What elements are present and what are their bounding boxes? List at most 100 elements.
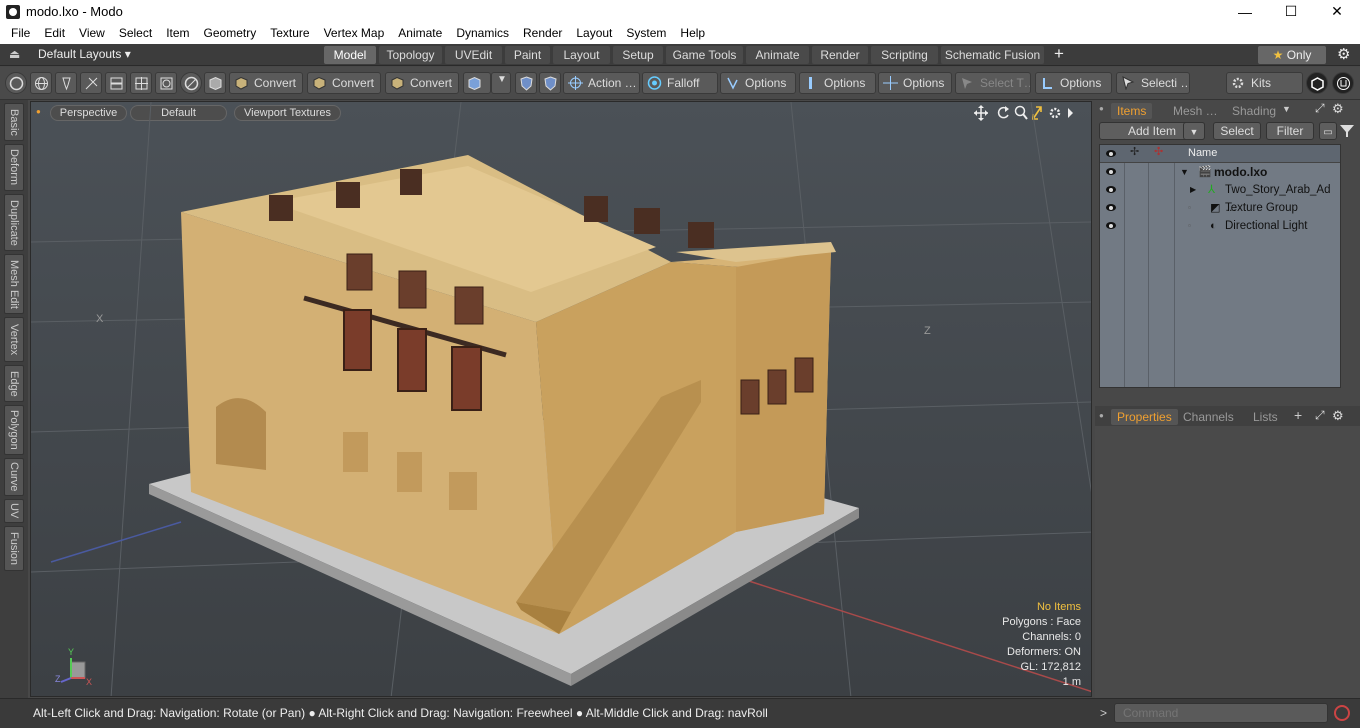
filter-button[interactable]: Filter — [1266, 122, 1314, 140]
unreal-button[interactable] — [1332, 72, 1354, 94]
tab-shading[interactable]: Shading — [1226, 103, 1282, 119]
tab-uv[interactable]: UV — [4, 499, 24, 523]
layout-selector[interactable]: Default Layouts ▾ — [38, 47, 131, 61]
tab-duplicate[interactable]: Duplicate — [4, 194, 24, 251]
mesh-dropdown-button[interactable]: ▼ — [491, 72, 511, 94]
tab-channels[interactable]: Channels — [1177, 409, 1240, 425]
workplane-button[interactable] — [539, 72, 561, 94]
visibility-eye-icon[interactable] — [1106, 222, 1116, 229]
menu-vertex-map[interactable]: Vertex Map — [317, 23, 392, 44]
tab-render[interactable]: Render — [812, 46, 868, 64]
mesh-cube-button[interactable] — [463, 72, 491, 94]
tab-vertex[interactable]: Vertex — [4, 317, 24, 362]
item-row-scene[interactable]: ▼ 🎬 modo.lxo — [1100, 163, 1340, 181]
tab-uvedit[interactable]: UVEdit — [445, 46, 502, 64]
panel-gear-icon[interactable]: ⚙ — [1332, 408, 1344, 424]
select-options-button[interactable]: Options — [1035, 72, 1112, 94]
tab-schematic-fusion[interactable]: Schematic Fusion — [941, 46, 1044, 64]
tab-fusion[interactable]: Fusion — [4, 526, 24, 571]
panel-menu-dot[interactable]: ● — [1099, 104, 1104, 113]
convert-button-3[interactable]: Convert — [385, 72, 459, 94]
item-row-texture-group[interactable]: ▫ ◩ Texture Group — [1100, 199, 1340, 217]
expand-panel-icon[interactable]: ⤢ — [1315, 408, 1325, 423]
collapse-icon[interactable]: ⏏ — [9, 47, 20, 61]
tab-edge[interactable]: Edge — [4, 365, 24, 402]
tab-layout[interactable]: Layout — [553, 46, 610, 64]
menu-view[interactable]: View — [72, 23, 112, 44]
menu-edit[interactable]: Edit — [37, 23, 72, 44]
tab-mesh[interactable]: Mesh … — [1167, 103, 1224, 119]
panel-menu-dot[interactable]: ● — [1099, 411, 1104, 420]
tab-properties[interactable]: Properties — [1111, 409, 1178, 425]
tab-animate[interactable]: Animate — [746, 46, 809, 64]
tab-paint[interactable]: Paint — [505, 46, 550, 64]
item-mode-button[interactable] — [130, 72, 152, 94]
action-center-button[interactable]: Action … — [563, 72, 640, 94]
tab-polygon[interactable]: Polygon — [4, 405, 24, 455]
menu-layout[interactable]: Layout — [569, 23, 619, 44]
select-through-button[interactable]: Select T… — [955, 72, 1031, 94]
command-input[interactable] — [1114, 703, 1328, 723]
polygon-mode-button[interactable] — [105, 72, 127, 94]
symmetry-options-button[interactable]: Options — [878, 72, 952, 94]
funnel-icon[interactable] — [1339, 123, 1355, 139]
menu-select[interactable]: Select — [112, 23, 159, 44]
visibility-eye-icon[interactable] — [1106, 204, 1116, 211]
menu-system[interactable]: System — [619, 23, 673, 44]
menu-help[interactable]: Help — [673, 23, 712, 44]
tab-deform[interactable]: Deform — [4, 144, 24, 191]
convert-button-1[interactable]: Convert — [229, 72, 303, 94]
menu-animate[interactable]: Animate — [391, 23, 449, 44]
3d-viewport[interactable]: ● Perspective Default Viewport Textures … — [30, 101, 1092, 697]
menu-render[interactable]: Render — [516, 23, 569, 44]
tab-basic[interactable]: Basic — [4, 103, 24, 141]
minimize-button[interactable]: — — [1222, 0, 1268, 23]
item-row-mesh[interactable]: ▶ ⅄ Two_Story_Arab_Ad … — [1100, 181, 1340, 214]
tab-model[interactable]: Model — [324, 46, 376, 64]
expand-arrow-icon[interactable]: ▶ — [1190, 181, 1196, 199]
tab-setup[interactable]: Setup — [613, 46, 663, 64]
selection-sets-button[interactable]: Selecti … — [1116, 72, 1190, 94]
material-mode-button[interactable] — [155, 72, 177, 94]
tab-game-tools[interactable]: Game Tools — [666, 46, 743, 64]
workplane-options-button[interactable]: Options — [799, 72, 876, 94]
visibility-eye-icon[interactable] — [1106, 186, 1116, 193]
pivot-mode-button[interactable] — [180, 72, 202, 94]
menu-texture[interactable]: Texture — [263, 23, 316, 44]
item-row-light[interactable]: ▫ ◐ Directional Light — [1100, 217, 1340, 235]
menu-dynamics[interactable]: Dynamics — [449, 23, 516, 44]
tab-items[interactable]: Items — [1111, 103, 1153, 119]
convert-button-2[interactable]: Convert — [307, 72, 381, 94]
tabs-dropdown-icon[interactable]: ▼ — [1282, 104, 1291, 114]
close-button[interactable]: ✕ — [1314, 0, 1360, 23]
panel-gear-icon[interactable]: ⚙ — [1332, 101, 1344, 117]
edge-mode-button[interactable] — [80, 72, 102, 94]
expand-arrow-icon[interactable]: ▼ — [1180, 163, 1189, 181]
only-toggle[interactable]: ★ Only — [1258, 46, 1326, 64]
unity-button[interactable] — [1306, 72, 1328, 94]
expand-panel-icon[interactable]: ⤢ — [1315, 101, 1325, 116]
menu-item[interactable]: Item — [159, 23, 196, 44]
collapse-list-button[interactable]: ▭ — [1319, 122, 1337, 140]
gear-icon[interactable]: ⚙ — [1337, 45, 1350, 63]
menu-geometry[interactable]: Geometry — [197, 23, 264, 44]
add-item-dropdown[interactable]: ▼ — [1183, 122, 1205, 140]
maximize-button[interactable]: ☐ — [1268, 0, 1314, 23]
visibility-eye-icon[interactable] — [1106, 168, 1116, 175]
snapping-options-button[interactable]: Options — [720, 72, 796, 94]
add-tab-button[interactable]: + — [1294, 407, 1302, 423]
menu-file[interactable]: File — [4, 23, 37, 44]
tab-lists[interactable]: Lists — [1247, 409, 1284, 425]
shield-mode-button[interactable] — [204, 72, 226, 94]
tab-mesh-edit[interactable]: Mesh Edit — [4, 254, 24, 314]
vertices-mode-button[interactable] — [5, 72, 27, 94]
globe-mode-button[interactable] — [30, 72, 52, 94]
record-macro-icon[interactable] — [1334, 705, 1350, 721]
falloff-button[interactable]: Falloff — [642, 72, 718, 94]
tab-scripting[interactable]: Scripting — [871, 46, 938, 64]
add-tab-button[interactable]: + — [1054, 44, 1064, 64]
tab-topology[interactable]: Topology — [379, 46, 442, 64]
select-button[interactable]: Select — [1213, 122, 1261, 140]
tab-curve[interactable]: Curve — [4, 458, 24, 496]
pen-mode-button[interactable] — [55, 72, 77, 94]
